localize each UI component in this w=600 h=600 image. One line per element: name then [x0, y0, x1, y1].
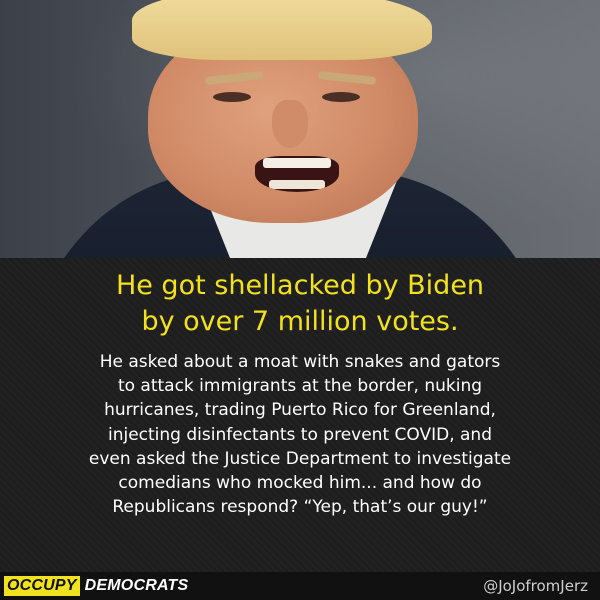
- logo-occupy-text: OCCUPY: [4, 576, 80, 596]
- author-handle: @JoJofromJerz: [483, 577, 588, 595]
- body-line: even asked the Justice Department to inv…: [88, 448, 512, 469]
- nose: [272, 100, 308, 148]
- lower-teeth: [269, 180, 325, 189]
- body-line: hurricanes, trading Puerto Rico for Gree…: [104, 400, 496, 421]
- body-line: Republicans respond? “Yep, that’s our gu…: [112, 497, 488, 518]
- body-line: comedians who mocked him... and how do: [118, 473, 482, 494]
- open-mouth: [255, 156, 339, 192]
- body-line: to attack immigrants at the border, nuki…: [117, 376, 483, 397]
- left-eye: [213, 92, 251, 102]
- caption-panel: He got shellacked by Biden by over 7 mil…: [0, 258, 600, 572]
- headline-line: He got shellacked by Biden: [115, 270, 485, 301]
- portrait-photo: [0, 0, 600, 258]
- upper-teeth: [263, 158, 331, 168]
- headline: He got shellacked by Biden by over 7 mil…: [0, 268, 600, 340]
- logo-democrats-text: DEMOCRATS: [84, 577, 189, 594]
- occupy-democrats-logo: OCCUPY DEMOCRATS: [4, 576, 188, 596]
- body-text: He asked about a moat with snakes and ga…: [0, 350, 600, 519]
- hair: [132, 0, 432, 60]
- meme-image: He got shellacked by Biden by over 7 mil…: [0, 0, 600, 600]
- body-line: He asked about a moat with snakes and ga…: [99, 352, 501, 372]
- body-line: injecting disinfectants to prevent COVID…: [107, 424, 492, 445]
- right-eye: [322, 92, 360, 102]
- footer-bar: OCCUPY DEMOCRATS @JoJofromJerz: [0, 572, 600, 600]
- headline-line: by over 7 million votes.: [141, 306, 459, 337]
